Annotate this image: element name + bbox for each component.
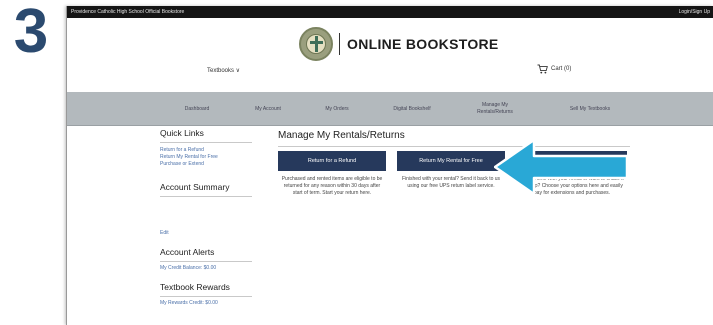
return-rental-free-button[interactable]: Return My Rental for Free	[397, 151, 505, 171]
logo-divider	[339, 33, 340, 55]
return-refund-button[interactable]: Return for a Refund	[278, 151, 386, 171]
cart-link[interactable]: Cart (0)	[537, 64, 571, 74]
step-number: 3	[13, 0, 49, 66]
account-alerts-heading: Account Alerts	[160, 247, 252, 262]
nav-dashboard[interactable]: Dashboard	[167, 92, 227, 126]
shopping-cart-icon	[537, 64, 548, 74]
school-name: Providence Catholic High School Official…	[71, 9, 185, 15]
quick-link-purchase-extend[interactable]: Purchase or Extend	[160, 161, 252, 168]
nav-my-orders[interactable]: My Orders	[312, 92, 362, 126]
refund-description: Purchased and rented items are eligible …	[281, 176, 383, 196]
nav-manage-rentals[interactable]: Manage My Rentals/Returns	[473, 92, 517, 126]
sidebar: Quick Links Return for a Refund Return M…	[160, 128, 252, 307]
rewards-heading: Textbook Rewards	[160, 282, 252, 297]
login-link[interactable]: Login/Sign Up	[679, 6, 710, 18]
site-logo[interactable]: ONLINE BOOKSTORE	[299, 26, 499, 62]
credit-balance: My Credit Balance: $0.00	[160, 265, 217, 271]
quick-links-heading: Quick Links	[160, 128, 252, 143]
nav-my-account[interactable]: My Account	[243, 92, 293, 126]
top-bar: Providence Catholic High School Official…	[67, 6, 713, 18]
free-return-description: Finished with your rental? Send it back …	[401, 176, 501, 189]
textbooks-dropdown[interactable]: Textbooks ∨	[207, 67, 240, 74]
account-summary-heading: Account Summary	[160, 182, 252, 197]
account-edit-link[interactable]: Edit	[160, 230, 252, 237]
pointer-arrow-icon	[494, 138, 629, 196]
quick-link-free-return[interactable]: Return My Rental for Free	[160, 154, 252, 161]
cart-label: Cart (0)	[551, 66, 572, 72]
nav-sell-textbooks[interactable]: Sell My Textbooks	[555, 92, 625, 126]
logo-text: ONLINE BOOKSTORE	[347, 36, 499, 52]
main-nav: Dashboard My Account My Orders Digital B…	[67, 92, 713, 126]
nav-digital-bookshelf[interactable]: Digital Bookshelf	[377, 92, 447, 126]
school-seal-icon	[299, 27, 333, 61]
quick-link-refund[interactable]: Return for a Refund	[160, 147, 252, 154]
page-title: Manage My Rentals/Returns	[278, 130, 405, 141]
rewards-credit: My Rewards Credit: $0.00	[160, 300, 218, 306]
browser-window: Providence Catholic High School Official…	[66, 6, 713, 325]
